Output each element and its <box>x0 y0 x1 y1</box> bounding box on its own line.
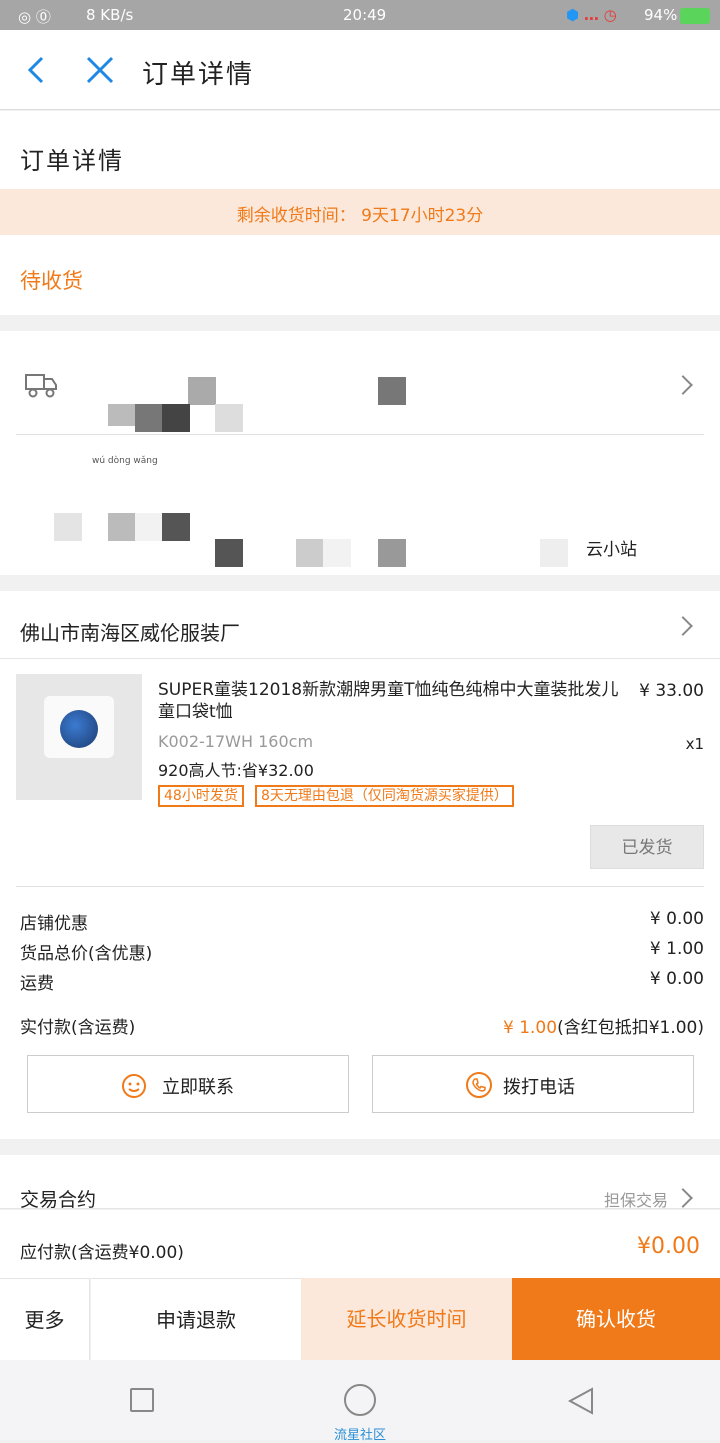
chevron-left-icon <box>27 56 44 84</box>
fees-divider <box>16 886 704 887</box>
chevron-right-icon <box>673 1188 693 1208</box>
refund-button[interactable]: 申请退款 <box>91 1278 301 1360</box>
bottom-action-bar: 更多 申请退款 延长收货时间 确认收货 <box>0 1278 720 1360</box>
status-bar: ◎ ⓪ 8 KB/s 20:49 ⬢ … ◷ 94% <box>0 0 720 30</box>
countdown-label: 剩余收货时间： <box>236 206 356 226</box>
chat-face-icon <box>122 1074 146 1098</box>
paid-label: 实付款(含运费) <box>20 1018 136 1038</box>
shop-name: 佛山市南海区威伦服装厂 <box>20 621 240 645</box>
amount-due-section: 应付款(含运费¥0.00) ¥0.00 <box>0 1210 720 1278</box>
shop-header[interactable]: 佛山市南海区威伦服装厂 <box>0 591 720 659</box>
shop-discount-label: 店铺优惠 <box>20 914 88 934</box>
confirm-receipt-button[interactable]: 确认收货 <box>512 1278 720 1360</box>
goods-total-label: 货品总价(含优惠) <box>20 944 153 964</box>
paid-value: ¥ 1.00 <box>502 1018 558 1038</box>
network-speed: 8 KB/s <box>86 6 134 24</box>
chevron-right-icon <box>673 375 693 395</box>
nav-caption: 流星社区 <box>333 1428 386 1443</box>
product-image <box>16 674 142 800</box>
system-nav-bar: 流星社区 <box>0 1360 720 1443</box>
contract-section[interactable]: 交易合约 担保交易 <box>0 1155 720 1211</box>
shop-section: 佛山市南海区威伦服装厂 SUPER童装12018新款潮牌男童T恤纯色纯棉中大童装… <box>0 591 720 1139</box>
countdown-value: 9天17小时23分 <box>361 206 484 226</box>
contact-button[interactable]: 立即联系 <box>27 1055 349 1113</box>
contact-label: 立即联系 <box>162 1077 234 1098</box>
shipping-label: 运费 <box>20 974 54 994</box>
app-header: 订单详情 <box>0 30 720 110</box>
due-label: 应付款(含运费¥0.00) <box>20 1243 184 1263</box>
more-button[interactable]: 更多 <box>0 1278 90 1360</box>
paid-amount: ¥ 1.00(含红包抵扣¥1.00) <box>503 1013 704 1038</box>
tag-8day-return: 8天无理由包退（仅同淘货源买家提供） <box>255 785 514 807</box>
product-price: ¥ 33.00 <box>639 681 704 701</box>
logistics-divider <box>16 434 704 435</box>
logistics-station: 云小站 <box>586 540 637 560</box>
shop-discount-value: ¥ 0.00 <box>649 909 704 929</box>
product-quantity: x1 <box>685 735 704 753</box>
page-heading: 订单详情 <box>20 147 124 175</box>
sim-icon: ◎ ⓪ <box>18 8 51 26</box>
tag-48h-ship: 48小时发货 <box>158 785 244 807</box>
page-heading-section: 订单详情 <box>0 111 720 189</box>
product-title: SUPER童装12018新款潮牌男童T恤纯色纯棉中大童装批发儿童口袋t恤 <box>158 680 619 722</box>
phone-icon <box>466 1072 492 1098</box>
extend-receipt-button[interactable]: 延长收货时间 <box>301 1278 512 1360</box>
goods-total-value: ¥ 1.00 <box>649 939 704 959</box>
back-triangle-icon[interactable] <box>566 1386 596 1416</box>
contract-value: 担保交易 <box>603 1191 668 1210</box>
order-status-section: 待收货 <box>0 235 720 315</box>
header-title: 订单详情 <box>142 60 255 90</box>
call-button[interactable]: 拨打电话 <box>372 1055 694 1113</box>
notification-icons: ⬢ … ◷ <box>566 6 617 24</box>
countdown-banner: 剩余收货时间： 9天17小时23分 <box>0 189 720 235</box>
paid-note: (含红包抵扣¥1.00) <box>557 1018 704 1038</box>
due-value: ¥0.00 <box>637 1234 700 1259</box>
product-sku: K002-17WH 160cm <box>158 732 314 751</box>
battery-level: 94% <box>644 6 678 24</box>
clock: 20:49 <box>343 6 387 24</box>
order-status: 待收货 <box>20 269 83 293</box>
close-button[interactable] <box>84 54 116 86</box>
logistics-section[interactable]: wú dòng wǎng 云小站 <box>0 331 720 575</box>
contract-label: 交易合约 <box>20 1189 97 1211</box>
call-label: 拨打电话 <box>503 1077 575 1098</box>
chevron-right-icon <box>673 616 693 636</box>
recents-button[interactable] <box>130 1388 154 1412</box>
truck-icon <box>25 374 57 398</box>
close-icon <box>86 56 114 84</box>
shipped-badge: 已发货 <box>590 825 704 869</box>
home-button[interactable] <box>344 1384 376 1416</box>
product-promo: 920高人节:省¥32.00 <box>158 761 314 780</box>
battery-icon <box>680 8 710 24</box>
back-button[interactable] <box>22 54 50 86</box>
logistics-partial-text: wú dòng wǎng <box>92 456 158 466</box>
shipping-value: ¥ 0.00 <box>649 969 704 989</box>
